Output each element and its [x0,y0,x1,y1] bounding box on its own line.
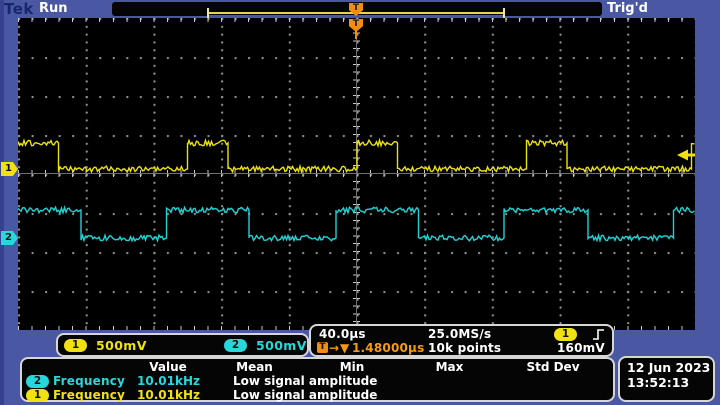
measurement-value: 10.01kHz [129,374,207,388]
screen-bezel-edge [0,0,4,405]
measurement-note: Low signal amplitude [207,374,609,388]
record-view-start-bracket [207,8,209,18]
trace-ch1 [18,140,695,172]
channel1-ground-marker: 1 [1,162,18,176]
col-header-value: Value [129,360,207,374]
col-header-mean: Mean [207,360,302,374]
channel1-scale: 500mV [96,338,147,353]
trigger-level-arrow-icon [677,150,695,161]
delay-arrow: → [329,341,339,355]
timebase-trigger-readout: 40.0µs 25.0MS/s 1 T → ▼ 1.48000µs 10k po… [309,324,614,357]
channel2-badge: 2 [224,339,247,352]
channel2-scale: 500mV [256,338,307,353]
measurement-value: 10.01kHz [129,388,207,402]
timebase-scale: 40.0µs [319,327,366,341]
col-header-stddev: Std Dev [497,360,609,374]
trace-ch2 [18,207,695,241]
trigger-level: 160mV [557,341,605,355]
row-channel1-badge: 1 [26,389,49,402]
waveform-svg [18,18,695,330]
oscilloscope-screen: Tek Run T Trig'd T 1 2 1 500mV 2 500mV 4… [0,0,720,405]
measurement-row-ch1: 1 Frequency 10.01kHz Low signal amplitud… [26,388,609,402]
measurement-row-ch2: 2 Frequency 10.01kHz Low signal amplitud… [26,374,609,388]
row-channel2-badge: 2 [26,375,49,388]
measurement-note: Low signal amplitude [207,388,609,402]
acquisition-status: Run [39,1,68,16]
measurement-table: Value Mean Min Max Std Dev 2 Frequency 1… [20,357,615,402]
rising-edge-icon [592,328,605,341]
graticule [18,18,695,330]
measurement-header-row: Value Mean Min Max Std Dev [26,360,609,374]
trigger-delay-value: 1.48000µs [352,341,424,355]
datetime-readout: 12 Jun 2023 13:52:13 [618,356,715,402]
trigger-status: Trig'd [607,1,648,16]
trigger-position-stem [355,31,357,39]
trigger-source-badge: 1 [554,328,577,341]
trigger-delay-icon: T [317,342,328,353]
tek-logo: Tek [4,0,34,18]
sample-rate: 25.0MS/s [428,327,491,341]
col-header-max: Max [402,360,497,374]
col-header-min: Min [302,360,402,374]
channel2-ground-marker: 2 [1,231,18,245]
time-label: 13:52:13 [627,375,713,390]
channel-scale-readout: 1 500mV 2 500mV [56,333,309,357]
date-label: 12 Jun 2023 [627,360,713,375]
channel1-badge: 1 [64,339,87,352]
delay-marker-icon: ▼ [340,341,349,355]
record-length: 10k points [428,341,501,355]
record-view-end-bracket [503,8,505,18]
measurement-name: Frequency [53,388,125,402]
measurement-name: Frequency [53,374,125,388]
